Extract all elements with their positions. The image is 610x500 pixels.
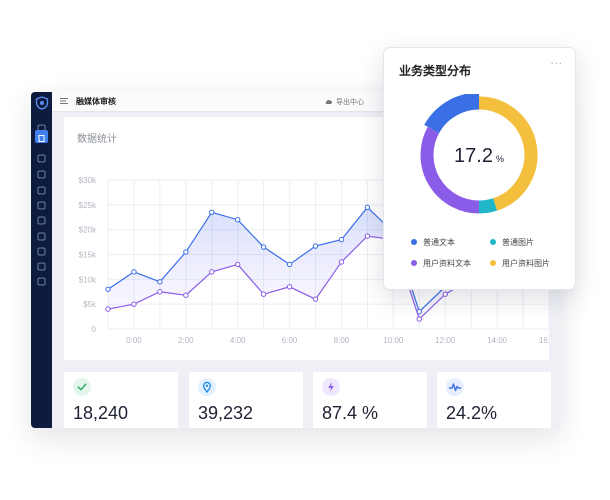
legend-label: 普通图片 — [502, 238, 534, 247]
legend-item-plain-text: 普通文本 — [411, 237, 455, 248]
series-1-point[interactable] — [209, 209, 215, 215]
x-tick-label: 8:00 — [334, 336, 350, 345]
calendar-icon[interactable] — [37, 256, 46, 271]
pulse-icon — [446, 378, 464, 396]
series-1-point[interactable] — [131, 269, 137, 275]
legend-item-user-text: 用户资料文本 — [411, 258, 471, 269]
grid-icon[interactable] — [37, 118, 46, 133]
y-tick-label: 0 — [92, 325, 97, 334]
x-tick-label: 6:00 — [282, 336, 298, 345]
series-1-point[interactable] — [183, 249, 189, 255]
stat-value-4: 24.2% — [446, 403, 498, 423]
location-pin-icon — [198, 378, 216, 396]
series-1-point[interactable] — [364, 204, 371, 211]
lightning-icon — [322, 378, 340, 396]
donut-center-value: 17.2% — [439, 145, 519, 168]
cloud-download-icon — [325, 99, 332, 104]
user-icon[interactable] — [37, 226, 46, 241]
gauge-icon[interactable] — [37, 195, 46, 210]
stat-value-3: 87.4 % — [322, 403, 379, 423]
series-2-point[interactable] — [105, 306, 111, 312]
series-1-point[interactable] — [260, 244, 267, 250]
series-2-point[interactable] — [312, 296, 319, 302]
series-2-point[interactable] — [364, 233, 371, 239]
legend-dot — [490, 239, 496, 245]
check-icon — [73, 378, 91, 396]
export-center-label: 导出中心 — [336, 98, 364, 106]
legend-label: 普通文本 — [423, 238, 455, 247]
legend-item-plain-image: 普通图片 — [490, 237, 534, 248]
stat-value-2: 39,232 — [198, 403, 254, 423]
donut-slice-2[interactable] — [478, 198, 498, 214]
donut-center-unit: % — [495, 154, 504, 164]
stat-card-1: 18,240 — [64, 372, 178, 428]
sidebar — [31, 92, 52, 428]
menu-icon[interactable] — [60, 97, 68, 105]
y-tick-label: $5k — [83, 300, 97, 309]
stat-card-2: 39,232 — [189, 372, 303, 428]
series-1-point[interactable] — [286, 261, 293, 268]
popup-title: 业务类型分布 — [399, 64, 472, 78]
stat-card-4: 24.2% — [437, 372, 551, 428]
x-tick-label: 4:00 — [230, 336, 246, 345]
series-2-point[interactable] — [442, 291, 448, 297]
stat-value-1: 18,240 — [73, 403, 129, 423]
x-tick-label: 0:00 — [126, 336, 142, 345]
target-icon[interactable] — [37, 180, 46, 195]
stat-card-3: 87.4 % — [313, 372, 427, 428]
series-1-point[interactable] — [157, 279, 163, 285]
series-2-point[interactable] — [209, 269, 215, 275]
y-tick-label: $30k — [79, 176, 97, 185]
series-2-point[interactable] — [131, 301, 137, 307]
donut-center-number: 17.2 — [454, 145, 493, 167]
series-2-point[interactable] — [338, 259, 345, 265]
legend-dot — [490, 260, 496, 266]
legend-item-user-image: 用户资料图片 — [490, 258, 550, 269]
y-tick-label: $25k — [79, 201, 97, 210]
y-tick-label: $10k — [79, 275, 97, 284]
shield-icon[interactable] — [37, 148, 46, 163]
app-title: 融媒体审核 — [76, 97, 116, 106]
x-tick-label: 2:00 — [178, 336, 194, 345]
series-1-point[interactable] — [312, 243, 319, 249]
more-options-icon[interactable]: ··· — [550, 59, 563, 70]
shield-alert-icon[interactable] — [37, 210, 46, 225]
series-2-point[interactable] — [260, 291, 267, 297]
series-1-point[interactable] — [105, 286, 111, 292]
logo-shield-icon — [35, 96, 49, 110]
series-2-point[interactable] — [416, 316, 422, 322]
x-tick-label: 10:00 — [383, 336, 404, 345]
x-tick-label: 16:00 — [539, 336, 549, 345]
report-icon[interactable] — [35, 130, 48, 143]
legend-dot — [411, 239, 417, 245]
series-1-point[interactable] — [235, 217, 241, 223]
series-2-point[interactable] — [183, 292, 189, 298]
series-1-point[interactable] — [338, 236, 345, 243]
x-tick-label: 14:00 — [487, 336, 508, 345]
donut-slice-4[interactable] — [424, 94, 480, 134]
legend-label: 用户资料文本 — [423, 259, 471, 268]
series-2-point[interactable] — [286, 284, 293, 290]
x-tick-label: 12:00 — [435, 336, 456, 345]
legend-dot — [411, 260, 417, 266]
legend-label: 用户资料图片 — [502, 259, 550, 268]
y-tick-label: $15k — [79, 251, 97, 260]
document-icon[interactable] — [37, 164, 46, 179]
donut-slice-3[interactable] — [420, 126, 480, 214]
export-center-button[interactable]: 导出中心 — [325, 97, 364, 107]
y-tick-label: $20k — [79, 226, 97, 235]
gear-icon[interactable] — [37, 271, 46, 286]
series-2-point[interactable] — [157, 289, 163, 295]
business-type-popup: 业务类型分布 ··· 17.2% 普通文本 普通图片 用户资料文本 用户资料图片 — [383, 47, 576, 290]
series-2-point[interactable] — [235, 261, 241, 268]
box-icon[interactable] — [37, 241, 46, 256]
